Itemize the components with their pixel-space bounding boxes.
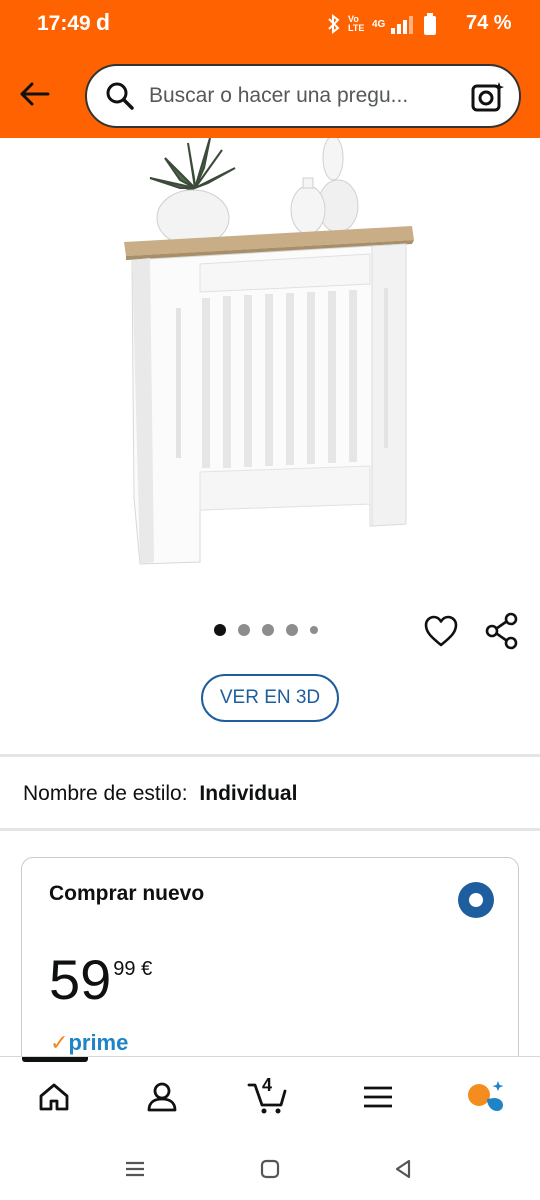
cart-count: 4 <box>262 1075 273 1095</box>
divider <box>0 754 540 757</box>
carousel-dot[interactable] <box>286 624 298 636</box>
prime-badge: ✓prime <box>50 1030 128 1056</box>
price-whole: 59 <box>49 948 112 1011</box>
back-triangle-icon <box>395 1159 411 1179</box>
assistant-icon <box>468 1081 504 1111</box>
carousel-dot[interactable] <box>262 624 274 636</box>
carousel-dot[interactable] <box>310 626 318 634</box>
system-back-button[interactable] <box>386 1152 420 1186</box>
heart-icon[interactable] <box>423 614 459 648</box>
product-image[interactable] <box>110 138 430 568</box>
system-icons: Vo LTE 4G <box>326 12 437 36</box>
carousel-dot[interactable] <box>238 624 250 636</box>
divider <box>0 828 540 831</box>
system-nav-bar <box>0 1138 540 1200</box>
app-header <box>0 50 540 138</box>
buy-new-title: Comprar nuevo <box>49 882 205 905</box>
prime-check-icon: ✓ <box>50 1030 69 1055</box>
menu-icon <box>364 1086 392 1108</box>
system-home-button[interactable] <box>253 1152 287 1186</box>
buy-new-radio[interactable] <box>458 882 494 918</box>
carrier-glyph: d <box>96 9 111 35</box>
prime-label: prime <box>68 1030 129 1055</box>
signal-icon <box>391 16 414 34</box>
style-name-row[interactable]: Nombre de estilo: Individual <box>23 782 297 806</box>
status-time: 17:49 <box>37 12 91 35</box>
nav-assistant[interactable] <box>462 1073 510 1121</box>
price-fraction: 99 € <box>113 958 153 980</box>
back-button[interactable] <box>14 74 54 114</box>
4g-icon: 4G <box>372 18 386 30</box>
camera-search-icon[interactable] <box>471 80 505 114</box>
search-bar[interactable] <box>85 64 521 128</box>
recents-button[interactable] <box>118 1152 152 1186</box>
bottom-nav: 4 <box>0 1056 540 1138</box>
arrow-left-icon <box>20 82 50 106</box>
recents-icon <box>126 1161 144 1177</box>
share-icon[interactable] <box>484 612 520 650</box>
status-bar: 17:49 d Vo LTE 4G 74 % <box>0 0 540 50</box>
nav-home[interactable] <box>30 1073 78 1121</box>
bluetooth-icon <box>328 13 340 35</box>
account-icon <box>147 1082 177 1112</box>
home-circle-icon <box>260 1159 280 1179</box>
style-name-label: Nombre de estilo: <box>23 782 188 805</box>
nav-account[interactable] <box>138 1073 186 1121</box>
carousel-dot[interactable] <box>214 624 226 636</box>
view-3d-button[interactable]: VER EN 3D <box>201 674 339 722</box>
nav-menu[interactable] <box>354 1073 402 1121</box>
search-input[interactable] <box>149 84 449 108</box>
battery-percent: 74 % <box>466 12 512 34</box>
nav-active-indicator <box>22 1057 88 1062</box>
search-icon <box>106 82 134 110</box>
style-name-value: Individual <box>199 782 298 805</box>
battery-icon <box>424 13 437 35</box>
home-icon <box>39 1083 69 1111</box>
nav-cart[interactable]: 4 <box>244 1073 292 1121</box>
image-carousel-dots[interactable] <box>214 624 318 636</box>
buy-new-card[interactable]: Comprar nuevo 59 99 € ✓prime <box>21 857 519 1087</box>
volte-icon: Vo LTE <box>348 14 365 33</box>
price: 59 99 € <box>49 950 152 1010</box>
